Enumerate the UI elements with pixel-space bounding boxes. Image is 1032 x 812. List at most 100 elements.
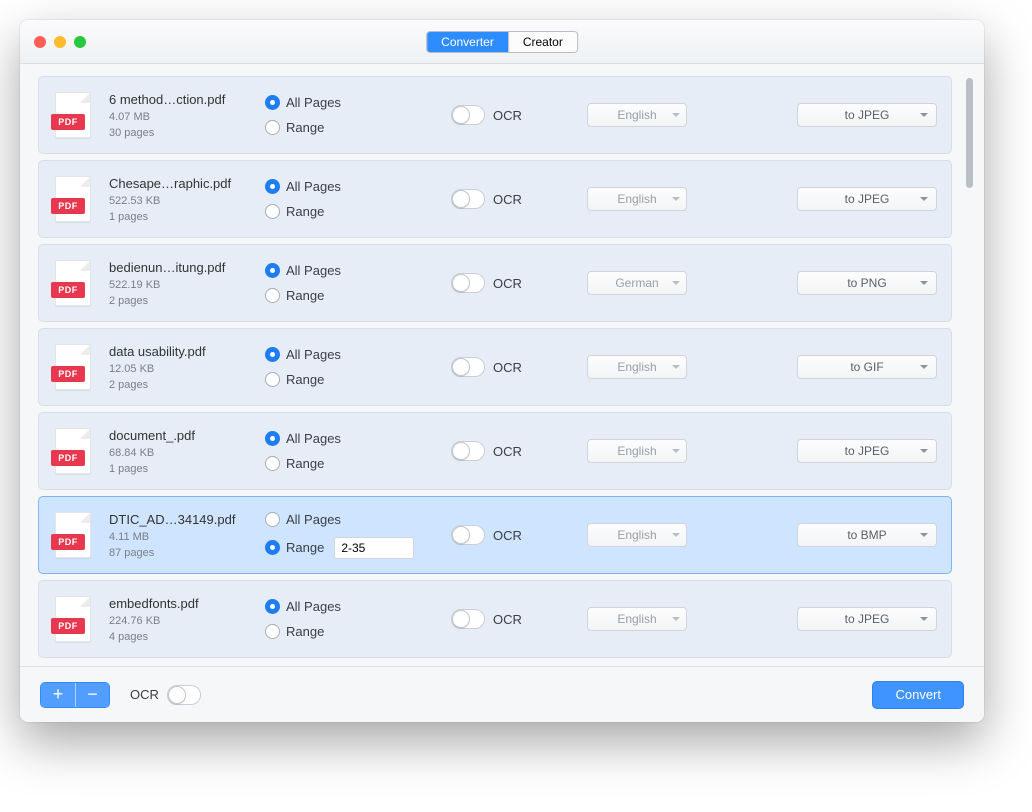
- output-format-select[interactable]: to JPEG: [797, 103, 937, 127]
- all-pages-radio[interactable]: [265, 431, 280, 446]
- all-pages-radio[interactable]: [265, 95, 280, 110]
- file-row[interactable]: PDFDTIC_AD…34149.pdf4.11 MB87 pagesAll P…: [38, 496, 952, 574]
- add-remove-group: + −: [40, 682, 110, 708]
- tab-converter[interactable]: Converter: [427, 32, 508, 52]
- all-pages-radio[interactable]: [265, 599, 280, 614]
- chevron-down-icon: [672, 533, 680, 537]
- ocr-toggle[interactable]: [451, 609, 485, 629]
- pdf-badge: PDF: [51, 618, 85, 634]
- output-format-select[interactable]: to PNG: [797, 271, 937, 295]
- language-select[interactable]: English: [587, 523, 687, 547]
- file-size: 4.07 MB: [109, 111, 259, 123]
- all-pages-label: All Pages: [286, 431, 341, 446]
- pdf-file-icon: PDF: [55, 428, 91, 474]
- file-size: 4.11 MB: [109, 531, 259, 543]
- all-pages-radio[interactable]: [265, 512, 280, 527]
- convert-button[interactable]: Convert: [872, 681, 964, 709]
- output-format-select[interactable]: to JPEG: [797, 607, 937, 631]
- language-select[interactable]: English: [587, 103, 687, 127]
- output-format-select[interactable]: to JPEG: [797, 187, 937, 211]
- global-ocr-toggle[interactable]: [167, 685, 201, 705]
- scrollbar-thumb[interactable]: [966, 78, 973, 188]
- file-info: embedfonts.pdf224.76 KB4 pages: [109, 596, 259, 643]
- ocr-toggle[interactable]: [451, 441, 485, 461]
- format-wrap: to JPEG: [703, 187, 937, 211]
- add-file-button[interactable]: +: [41, 683, 75, 707]
- range-radio[interactable]: [265, 372, 280, 387]
- pdf-file-icon: PDF: [55, 344, 91, 390]
- page-range-input[interactable]: [334, 537, 414, 559]
- range-radio[interactable]: [265, 540, 280, 555]
- all-pages-label: All Pages: [286, 512, 341, 527]
- language-value: English: [617, 528, 656, 542]
- ocr-group: OCR: [451, 609, 581, 629]
- format-wrap: to JPEG: [703, 439, 937, 463]
- output-format-select[interactable]: to JPEG: [797, 439, 937, 463]
- maximize-window-button[interactable]: [74, 36, 86, 48]
- language-select[interactable]: English: [587, 355, 687, 379]
- range-label: Range: [286, 120, 324, 135]
- all-pages-radio[interactable]: [265, 263, 280, 278]
- file-pages: 2 pages: [109, 295, 259, 307]
- page-mode-group: All PagesRange: [265, 179, 445, 219]
- ocr-toggle[interactable]: [451, 105, 485, 125]
- file-row[interactable]: PDFbedienun…itung.pdf522.19 KB2 pagesAll…: [38, 244, 952, 322]
- language-select[interactable]: English: [587, 187, 687, 211]
- range-label: Range: [286, 624, 324, 639]
- ocr-toggle[interactable]: [451, 525, 485, 545]
- range-radio[interactable]: [265, 624, 280, 639]
- global-ocr: OCR: [130, 685, 201, 705]
- range-radio[interactable]: [265, 204, 280, 219]
- mode-segmented-control: Converter Creator: [426, 31, 578, 53]
- file-list-wrap: PDF6 method…ction.pdf4.07 MB30 pagesAll …: [38, 76, 974, 666]
- page-mode-group: All PagesRange: [265, 512, 445, 559]
- ocr-toggle[interactable]: [451, 273, 485, 293]
- body-area: PDF6 method…ction.pdf4.07 MB30 pagesAll …: [20, 64, 984, 666]
- ocr-toggle[interactable]: [451, 357, 485, 377]
- chevron-down-icon: [672, 449, 680, 453]
- all-pages-radio[interactable]: [265, 347, 280, 362]
- file-row[interactable]: PDFdocument_.pdf68.84 KB1 pagesAll Pages…: [38, 412, 952, 490]
- chevron-down-icon: [920, 281, 928, 285]
- all-pages-label: All Pages: [286, 95, 341, 110]
- ocr-label: OCR: [493, 192, 522, 207]
- chevron-down-icon: [672, 197, 680, 201]
- pdf-badge: PDF: [51, 198, 85, 214]
- output-format-select[interactable]: to BMP: [797, 523, 937, 547]
- ocr-group: OCR: [451, 105, 581, 125]
- range-radio[interactable]: [265, 456, 280, 471]
- output-format-select[interactable]: to GIF: [797, 355, 937, 379]
- file-size: 522.53 KB: [109, 195, 259, 207]
- global-ocr-label: OCR: [130, 687, 159, 702]
- language-value: English: [617, 108, 656, 122]
- range-radio[interactable]: [265, 120, 280, 135]
- format-wrap: to GIF: [703, 355, 937, 379]
- range-radio[interactable]: [265, 288, 280, 303]
- pdf-badge: PDF: [51, 450, 85, 466]
- footer: + − OCR Convert: [20, 666, 984, 722]
- language-select[interactable]: English: [587, 439, 687, 463]
- file-row[interactable]: PDF6 method…ction.pdf4.07 MB30 pagesAll …: [38, 76, 952, 154]
- tab-creator[interactable]: Creator: [508, 32, 577, 52]
- ocr-label: OCR: [493, 528, 522, 543]
- language-select[interactable]: German: [587, 271, 687, 295]
- file-name: bedienun…itung.pdf: [109, 260, 254, 275]
- close-window-button[interactable]: [34, 36, 46, 48]
- page-mode-group: All PagesRange: [265, 263, 445, 303]
- output-format-value: to PNG: [847, 276, 886, 290]
- format-wrap: to JPEG: [703, 103, 937, 127]
- chevron-down-icon: [920, 449, 928, 453]
- scrollbar-track[interactable]: [966, 76, 974, 666]
- file-row[interactable]: PDFdata usability.pdf12.05 KB2 pagesAll …: [38, 328, 952, 406]
- chevron-down-icon: [672, 281, 680, 285]
- language-select[interactable]: English: [587, 607, 687, 631]
- remove-file-button[interactable]: −: [75, 683, 109, 707]
- file-row[interactable]: PDFembedfonts.pdf224.76 KB4 pagesAll Pag…: [38, 580, 952, 658]
- language-value: English: [617, 612, 656, 626]
- minimize-window-button[interactable]: [54, 36, 66, 48]
- pdf-file-icon: PDF: [55, 176, 91, 222]
- output-format-value: to JPEG: [845, 444, 890, 458]
- all-pages-radio[interactable]: [265, 179, 280, 194]
- ocr-toggle[interactable]: [451, 189, 485, 209]
- file-row[interactable]: PDFChesape…raphic.pdf522.53 KB1 pagesAll…: [38, 160, 952, 238]
